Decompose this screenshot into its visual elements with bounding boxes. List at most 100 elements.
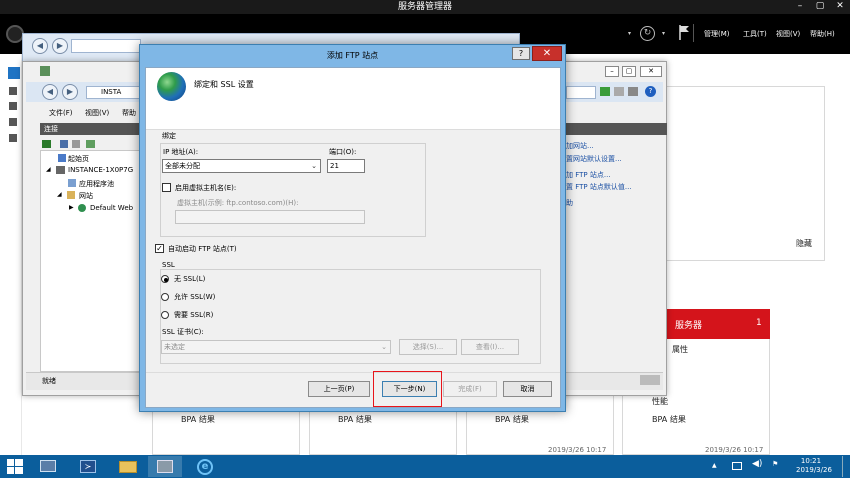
port-input[interactable]: 21 (327, 159, 365, 173)
close-button[interactable]: ✕ (830, 0, 850, 14)
taskbar-explorer[interactable] (113, 456, 143, 477)
no-ssl-radio[interactable] (161, 275, 169, 283)
iis-nav-icon[interactable] (9, 134, 17, 142)
taskbar-server-manager[interactable] (33, 456, 63, 477)
cancel-button[interactable]: 取消 (503, 381, 552, 397)
bpa-results-label[interactable]: BPA 结果 (338, 414, 372, 425)
select-cert-button[interactable]: 选择(S)... (399, 339, 457, 355)
performance-label[interactable]: 性能 (652, 396, 668, 407)
action-add-ftp-site[interactable]: 加 FTP 站点... (566, 170, 611, 180)
refresh-icon[interactable]: ↻ (640, 26, 655, 41)
menu-manage[interactable]: 管理(M) (704, 29, 730, 39)
tree-item-app-pools[interactable]: 应用程序池 (79, 179, 114, 189)
iis-forward-icon[interactable]: ▶ (62, 84, 78, 100)
iis-menu-view[interactable]: 视图(V) (85, 108, 109, 118)
expand-icon[interactable]: ◢ (46, 166, 51, 173)
action-help[interactable]: 助 (566, 198, 573, 208)
tree-item-sites[interactable]: 网站 (79, 191, 93, 201)
iis-menu-help[interactable]: 帮助 (122, 108, 136, 118)
browser-back-icon[interactable]: ◀ (32, 38, 48, 54)
flag-tray-icon[interactable]: ⚑ (772, 460, 778, 468)
network-icon[interactable] (732, 462, 742, 470)
allow-ssl-radio[interactable] (161, 293, 169, 301)
action-ftp-defaults[interactable]: 置 FTP 站点默认值... (566, 182, 632, 192)
menu-tools[interactable]: 工具(T) (743, 29, 767, 39)
previous-button[interactable]: 上一页(P) (308, 381, 370, 397)
connect-icon[interactable] (42, 140, 51, 148)
iis-manager-icon (157, 460, 173, 473)
ip-address-value: 全部未分配 (165, 162, 200, 170)
iis-close-button[interactable]: ✕ (640, 66, 662, 77)
go-icon[interactable] (600, 87, 610, 96)
server-manager-nav (0, 54, 22, 455)
tray-clock[interactable]: 10:21 2019/3/26 (796, 457, 832, 475)
iis-minimize-button[interactable]: – (605, 66, 619, 77)
taskbar-iis-manager[interactable] (148, 456, 182, 477)
tile-timestamp: 2019/3/26 10:17 (548, 446, 607, 454)
expand-site-icon[interactable]: ▶ (69, 204, 74, 211)
show-desktop-button[interactable] (842, 456, 843, 477)
stop-icon[interactable] (614, 87, 624, 96)
taskbar-powershell[interactable]: ≻ (73, 456, 103, 477)
folder-icon (119, 461, 137, 473)
virtual-host-label: 虚拟主机(示例: ftp.contoso.com)(H): (177, 199, 299, 207)
windows-start-icon[interactable] (7, 459, 23, 474)
ip-address-label: IP 地址(A): (163, 148, 199, 156)
auto-start-checkbox[interactable]: ✓ (155, 244, 164, 253)
all-servers-icon[interactable] (9, 102, 17, 110)
refresh-dropdown-icon[interactable]: ▾ (662, 30, 665, 37)
iis-address-tail[interactable] (566, 86, 596, 99)
start-page-icon (58, 154, 66, 162)
file-services-icon[interactable] (9, 118, 17, 126)
iis-back-icon[interactable]: ◀ (42, 84, 58, 100)
ip-address-select[interactable]: 全部未分配 ⌄ (162, 159, 321, 173)
action-add-website[interactable]: 加网站... (566, 141, 594, 151)
tree-item-start-page[interactable]: 起始页 (68, 154, 89, 164)
dialog-close-button[interactable]: ✕ (532, 46, 562, 61)
menu-view[interactable]: 视图(V) (776, 29, 800, 39)
notification-flag-icon[interactable] (678, 24, 690, 40)
help-icon[interactable]: ? (645, 86, 656, 97)
bpa-results-label[interactable]: BPA 结果 (652, 414, 686, 425)
bpa-results-label[interactable]: BPA 结果 (181, 414, 215, 425)
virtual-host-checkbox[interactable] (162, 183, 171, 192)
attribute-label[interactable]: 属性 (672, 344, 688, 355)
actions-header (566, 123, 667, 135)
internet-explorer-icon: e (197, 459, 213, 475)
ssl-cert-label: SSL 证书(C): (162, 328, 204, 336)
dashboard-icon[interactable] (8, 67, 20, 79)
maximize-button[interactable]: ▢ (810, 0, 830, 14)
bpa-results-label[interactable]: BPA 结果 (495, 414, 529, 425)
browser-forward-icon[interactable]: ▶ (52, 38, 68, 54)
browser-address-bar[interactable] (71, 39, 141, 53)
finish-button[interactable]: 完成(F) (443, 381, 497, 397)
up-icon[interactable] (72, 140, 80, 148)
require-ssl-radio[interactable] (161, 311, 169, 319)
ssl-cert-select[interactable]: 未选定 ⌄ (161, 340, 391, 354)
server-icon (56, 166, 65, 174)
virtual-host-input[interactable] (175, 210, 365, 224)
connections-header: 连接 (40, 123, 140, 135)
ssl-cert-value: 未选定 (164, 343, 185, 351)
dialog-help-button[interactable]: ? (512, 47, 530, 60)
refresh-connections-icon[interactable] (86, 140, 95, 148)
tree-item-default-web[interactable]: Default Web (90, 204, 133, 212)
hide-link[interactable]: 隐藏 (796, 238, 812, 249)
save-icon[interactable] (60, 140, 68, 148)
taskbar-ie[interactable]: e (190, 456, 220, 477)
local-server-icon[interactable] (9, 87, 17, 95)
menu-help[interactable]: 帮助(H) (810, 29, 835, 39)
expand-sites-icon[interactable]: ◢ (57, 191, 62, 198)
volume-icon[interactable]: ◀) (752, 459, 762, 469)
minimize-button[interactable]: – (790, 0, 810, 14)
iis-menu-file[interactable]: 文件(F) (49, 108, 73, 118)
status-icon (640, 375, 660, 385)
action-website-defaults[interactable]: 置网站默认设置... (566, 154, 622, 164)
home-icon[interactable] (628, 87, 638, 96)
view-cert-button[interactable]: 查看(I)... (461, 339, 519, 355)
tree-item-server[interactable]: INSTANCE-1X0P7G (68, 166, 133, 174)
iis-maximize-button[interactable]: ▢ (622, 66, 636, 77)
iis-address-bar[interactable]: INSTA (86, 86, 141, 99)
tray-expand-icon[interactable]: ▲ (712, 462, 717, 469)
dropdown-icon[interactable]: ▾ (628, 30, 631, 37)
